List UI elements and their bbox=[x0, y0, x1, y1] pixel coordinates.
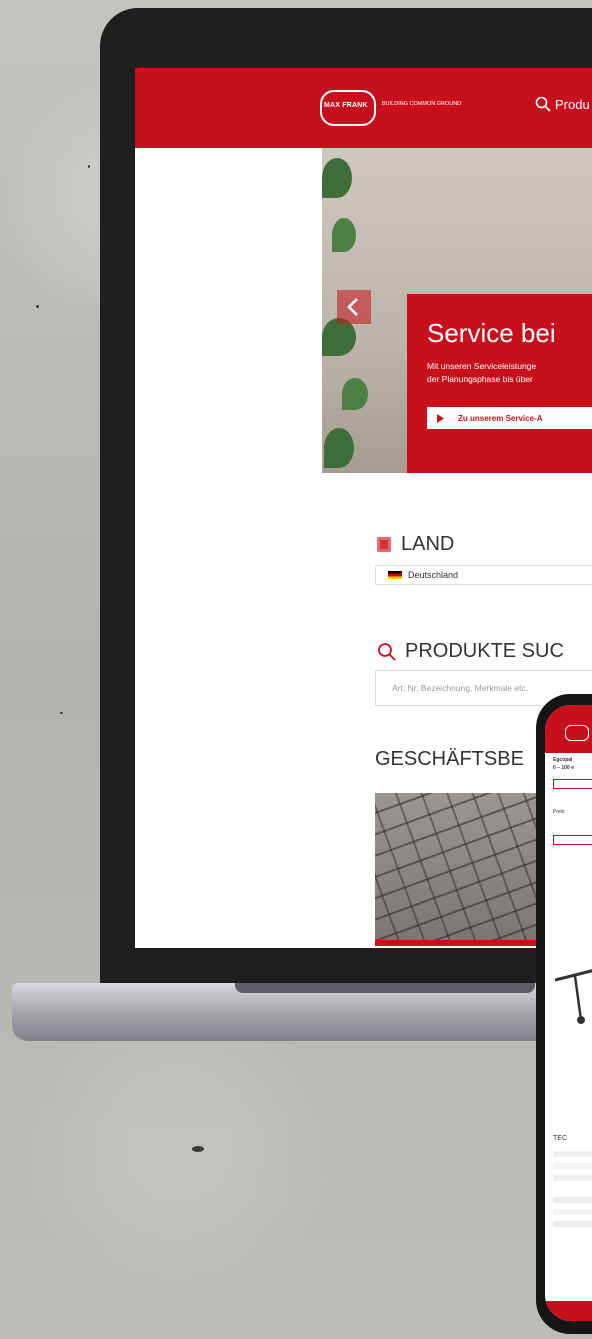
country-icon bbox=[377, 537, 391, 552]
background-speck bbox=[88, 165, 90, 168]
country-label: LAND bbox=[401, 533, 455, 555]
hero-plant bbox=[342, 378, 368, 410]
laptop-notch bbox=[235, 983, 535, 993]
country-section-label: LAND bbox=[377, 533, 454, 556]
logo-name: MAX FRANK bbox=[324, 102, 368, 109]
hero-plant bbox=[322, 158, 352, 198]
max-frank-logo[interactable]: MAX FRANK BUILDING COMMON GROUND bbox=[320, 90, 470, 126]
phone-spec-row bbox=[553, 1163, 592, 1169]
phone-section-label: TEC bbox=[553, 1135, 567, 1142]
phone-spec-row bbox=[553, 1175, 592, 1181]
phone-cart-button[interactable] bbox=[553, 835, 592, 845]
phone-screen: Egcopal 0 – 100 e Preis TEC bbox=[545, 705, 592, 1321]
hero-banner: Service bei Mit unseren Serviceleistunge… bbox=[322, 148, 592, 473]
service-button[interactable]: Zu unserem Service-A bbox=[427, 407, 592, 429]
phone-logo-icon bbox=[565, 725, 589, 741]
site-header: MAX FRANK BUILDING COMMON GROUND Produ bbox=[135, 68, 592, 148]
hero-content-box: Service bei Mit unseren Serviceleistunge… bbox=[407, 294, 592, 473]
phone-product-subtitle: 0 – 100 e bbox=[553, 765, 574, 771]
background-speck bbox=[60, 712, 63, 714]
service-button-label: Zu unserem Service-A bbox=[458, 413, 543, 423]
phone-spec-row bbox=[553, 1151, 592, 1157]
product-search-nav[interactable]: Produ bbox=[535, 96, 590, 112]
hero-text-line: der Planungsphase bis über bbox=[427, 374, 533, 384]
hero-plant bbox=[332, 218, 356, 252]
country-selected-value: Deutschland bbox=[408, 570, 459, 580]
background-speck bbox=[36, 305, 39, 308]
product-search-placeholder: Art. Nr, Bezeichnung, Merkmale etc. bbox=[392, 683, 529, 693]
product-search-section-label: PRODUKTE SUC bbox=[377, 640, 564, 663]
search-icon bbox=[535, 96, 551, 112]
phone-price-label: Preis bbox=[553, 809, 565, 815]
background-speck bbox=[192, 1146, 204, 1152]
laptop-screen: MAX FRANK BUILDING COMMON GROUND Produ S… bbox=[135, 68, 592, 948]
germany-flag-icon bbox=[388, 571, 402, 579]
search-nav-label: Produ bbox=[555, 96, 590, 112]
phone-product-title: Egcopal bbox=[553, 757, 573, 763]
country-select[interactable]: Deutschland bbox=[375, 565, 592, 585]
business-section-label: GESCHÄFTSBE bbox=[375, 748, 524, 770]
search-icon bbox=[378, 642, 396, 661]
play-arrow-icon bbox=[437, 413, 444, 423]
logo-tagline: BUILDING COMMON GROUND bbox=[382, 101, 462, 107]
phone-spec-row bbox=[553, 1221, 592, 1227]
hero-title: Service bei bbox=[427, 318, 556, 348]
product-tool-icon bbox=[555, 969, 592, 1024]
phone-footer bbox=[545, 1301, 592, 1321]
phone-spec-row bbox=[553, 1197, 592, 1203]
hero-text: Mit unseren Serviceleistunge der Planung… bbox=[427, 360, 536, 386]
phone-spec-row bbox=[553, 1209, 592, 1215]
phone-header bbox=[545, 705, 592, 753]
chevron-left-icon bbox=[347, 298, 358, 316]
hero-text-line: Mit unseren Serviceleistunge bbox=[427, 361, 537, 371]
phone-action-button[interactable] bbox=[553, 779, 592, 789]
product-search-label: PRODUKTE SUC bbox=[405, 640, 564, 662]
hero-prev-arrow[interactable] bbox=[337, 290, 371, 324]
hero-plant bbox=[324, 428, 354, 468]
